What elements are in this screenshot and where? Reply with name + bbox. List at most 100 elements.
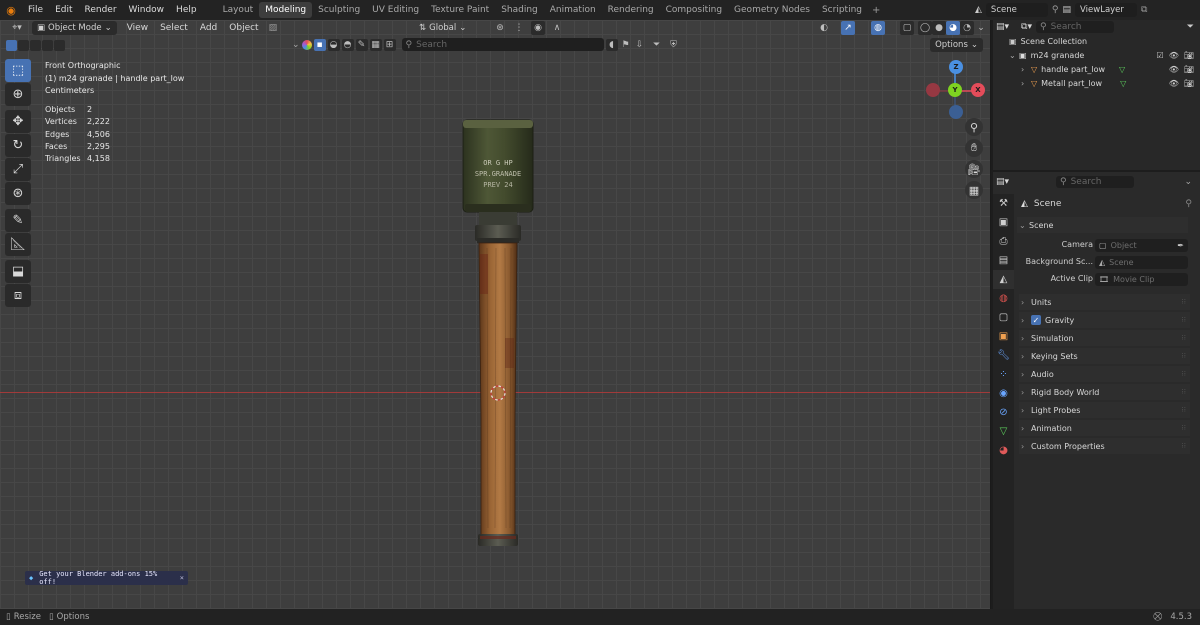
- material-preview-icon[interactable]: ◕: [946, 21, 960, 35]
- outliner-item-m24-granade[interactable]: ⌄ ▣ m24 granade ☑ 👁︎ 📷︎: [993, 48, 1200, 62]
- camera-icon[interactable]: 📷︎: [1184, 51, 1194, 60]
- world-tab-icon[interactable]: ◍: [993, 289, 1014, 308]
- active-clip-field[interactable]: 🎞︎ Movie Clip: [1095, 273, 1188, 286]
- panel-rigid-body-world[interactable]: › Rigid Body World ⁝⁝: [1019, 384, 1190, 400]
- drag-handle-icon[interactable]: ⁝⁝: [1182, 316, 1186, 324]
- gizmo-toggle-icon[interactable]: ↗: [841, 21, 855, 35]
- menu-object[interactable]: Object: [229, 23, 258, 33]
- quick-favorites-icon[interactable]: ▨: [269, 23, 278, 33]
- drag-handle-icon[interactable]: ⁝⁝: [1182, 442, 1186, 450]
- filter-icon[interactable]: ⏷: [1187, 22, 1194, 32]
- falloff-icon[interactable]: ∧: [550, 21, 564, 35]
- properties-search-input[interactable]: ⚲ Search: [1056, 176, 1134, 188]
- material-tab-icon[interactable]: ◕: [993, 441, 1014, 460]
- tab-sculpting[interactable]: Sculpting: [312, 2, 366, 18]
- gizmo-x-axis[interactable]: X: [971, 83, 985, 97]
- properties-editor-icon[interactable]: ▤▾: [996, 177, 1009, 187]
- add-object-tool-icon[interactable]: ⧈: [5, 284, 31, 307]
- menu-add[interactable]: Add: [200, 23, 217, 33]
- shield-icon[interactable]: ⛨: [668, 39, 680, 51]
- new-view-layer-icon[interactable]: ⧉: [1141, 5, 1147, 15]
- pan-hand-icon[interactable]: ✋︎: [965, 139, 983, 157]
- annotate-tool-icon[interactable]: ✎: [5, 209, 31, 232]
- drag-handle-icon[interactable]: ⁝⁝: [1182, 424, 1186, 432]
- close-icon[interactable]: ×: [180, 574, 184, 582]
- panel-units[interactable]: › Units ⁝⁝: [1019, 294, 1190, 310]
- tab-geometry-nodes[interactable]: Geometry Nodes: [728, 2, 816, 18]
- filter-mesh-icon[interactable]: ▪: [313, 38, 326, 51]
- outliner-item-metall-part[interactable]: › ▽ Metall part_low ▽ 👁︎ 📷︎: [993, 76, 1200, 90]
- panel-keying-sets[interactable]: › Keying Sets ⁝⁝: [1019, 348, 1190, 364]
- tab-rendering[interactable]: Rendering: [602, 2, 660, 18]
- select-new-icon[interactable]: [6, 39, 17, 51]
- select-extend-icon[interactable]: [18, 39, 29, 51]
- drag-handle-icon[interactable]: ⁝⁝: [1182, 370, 1186, 378]
- rendered-shading-icon[interactable]: ◔: [960, 21, 974, 35]
- chevron-down-icon[interactable]: ⌄: [292, 40, 300, 50]
- select-invert-icon[interactable]: [42, 39, 53, 51]
- drag-handle-icon[interactable]: ⁝⁝: [1182, 406, 1186, 414]
- output-tab-icon[interactable]: ⎙: [993, 232, 1014, 251]
- orientation-dropdown[interactable]: ⇅ Global ⌄: [414, 21, 471, 35]
- tab-layout[interactable]: Layout: [217, 2, 260, 18]
- add-workspace-icon[interactable]: +: [868, 5, 880, 16]
- view-layer-tab-icon[interactable]: ▤: [993, 251, 1014, 270]
- filter-world-icon[interactable]: ◓: [341, 38, 354, 51]
- panel-gravity[interactable]: › ✓ Gravity ⁝⁝: [1019, 312, 1190, 328]
- addon-promo-banner[interactable]: ◆ Get your Blender add-ons 15% off! ×: [25, 570, 188, 586]
- filter-icon[interactable]: ⏷: [648, 39, 666, 51]
- tab-compositing[interactable]: Compositing: [660, 2, 728, 18]
- solid-shading-icon[interactable]: ●: [932, 21, 946, 35]
- asset-search-input[interactable]: ⚲ Search: [401, 38, 604, 51]
- scene-tab-icon[interactable]: ◭: [993, 270, 1014, 289]
- xray-toggle-icon[interactable]: ▢: [900, 21, 914, 35]
- tab-modeling[interactable]: Modeling: [259, 2, 313, 18]
- display-mode-icon[interactable]: ⧉▾: [1021, 22, 1032, 32]
- collection-tab-icon[interactable]: ▢: [993, 308, 1014, 327]
- transform-tool-icon[interactable]: ⊛: [5, 182, 31, 205]
- scene-selector[interactable]: ◭ Scene ⚲ ▤ ViewLayer ⧉: [975, 3, 1147, 17]
- panel-light-probes[interactable]: › Light Probes ⁝⁝: [1019, 402, 1190, 418]
- pin-icon[interactable]: ⚲: [1185, 199, 1192, 209]
- outliner-item-handle-part[interactable]: › ▽ handle part_low ▽ 👁︎ 📷︎: [993, 62, 1200, 76]
- background-scene-field[interactable]: ◭ Scene: [1095, 256, 1188, 269]
- chevron-down-icon[interactable]: ⌄: [1184, 177, 1192, 187]
- scene-collection-row[interactable]: ▣ Scene Collection: [993, 34, 1200, 48]
- view-layer-field[interactable]: ViewLayer: [1075, 3, 1138, 17]
- 3d-viewport[interactable]: ⌖▾ ▣ Object Mode ⌄ View Select Add Objec…: [0, 20, 991, 609]
- drag-handle-icon[interactable]: ⁝⁝: [1182, 388, 1186, 396]
- camera-icon[interactable]: 📷︎: [1184, 79, 1194, 88]
- tool-tab-icon[interactable]: ⚒: [993, 194, 1014, 213]
- pivot-icon[interactable]: ⊛: [493, 21, 507, 35]
- scale-tool-icon[interactable]: ⤢: [5, 158, 31, 181]
- menu-edit[interactable]: Edit: [49, 5, 78, 15]
- scene-name-field[interactable]: Scene: [985, 3, 1048, 17]
- grid-view-icon[interactable]: ▦: [965, 181, 983, 199]
- select-box-tool-icon[interactable]: ⬚: [5, 59, 31, 82]
- import-icon[interactable]: ⇩: [634, 39, 646, 51]
- menu-render[interactable]: Render: [79, 5, 123, 15]
- panel-animation[interactable]: › Animation ⁝⁝: [1019, 420, 1190, 436]
- render-tab-icon[interactable]: ▣: [993, 213, 1014, 232]
- shading-options-icon[interactable]: ⌄: [974, 21, 988, 35]
- network-icon[interactable]: ⛒: [1153, 612, 1162, 622]
- pin-icon[interactable]: ⚲: [1052, 5, 1059, 15]
- menu-help[interactable]: Help: [170, 5, 203, 15]
- measure-tool-icon[interactable]: 📐︎: [5, 233, 31, 256]
- panel-audio[interactable]: › Audio ⁝⁝: [1019, 366, 1190, 382]
- snap-icon[interactable]: ⋮: [512, 21, 526, 35]
- bookmark-icon[interactable]: ⚑: [620, 39, 632, 51]
- gizmo-neg-z-axis[interactable]: [949, 105, 963, 119]
- filter-node-icon[interactable]: ⊞: [383, 38, 396, 51]
- particles-tab-icon[interactable]: ⁘: [993, 365, 1014, 384]
- gizmo-neg-x-axis[interactable]: [926, 83, 940, 97]
- overlays-toggle-icon[interactable]: ◍: [871, 21, 885, 35]
- editor-type-icon[interactable]: ⌖▾: [6, 21, 28, 35]
- filter-image-icon[interactable]: ▦: [369, 38, 382, 51]
- chevron-right-icon[interactable]: ›: [1021, 79, 1031, 88]
- gizmo-z-axis[interactable]: Z: [949, 60, 963, 74]
- outliner-search-input[interactable]: ⚲ Search: [1035, 21, 1114, 33]
- menu-window[interactable]: Window: [123, 5, 171, 15]
- tab-uv-editing[interactable]: UV Editing: [366, 2, 425, 18]
- move-tool-icon[interactable]: ✥: [5, 110, 31, 133]
